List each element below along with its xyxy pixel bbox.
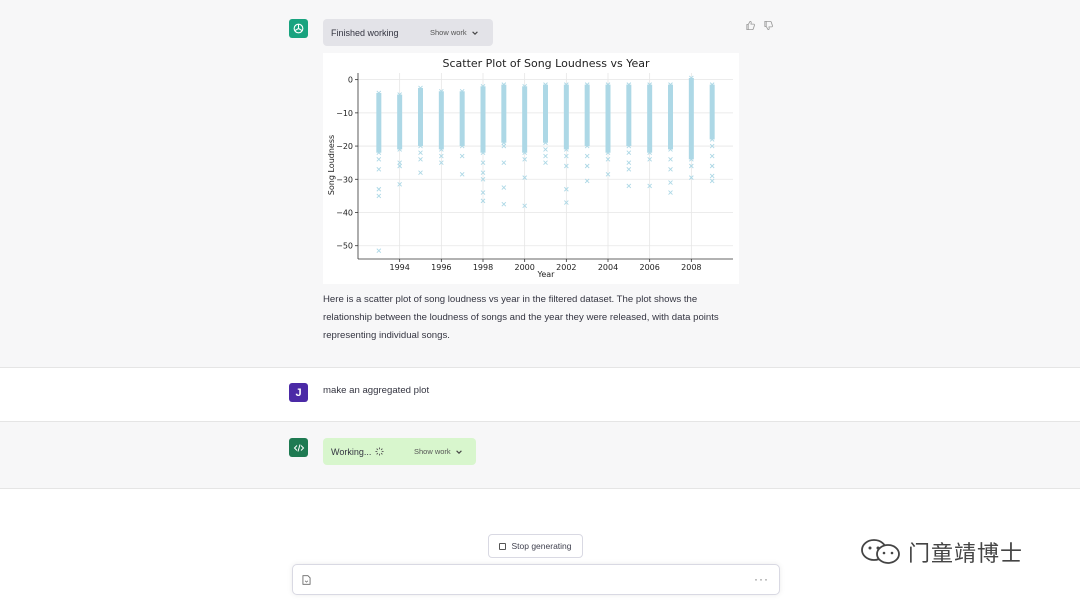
- data-point-band: [563, 84, 569, 150]
- data-point: [709, 163, 715, 169]
- stop-generating-label: Stop generating: [511, 541, 572, 551]
- data-point: [584, 153, 590, 159]
- chevron-down-icon: [471, 30, 478, 35]
- data-point-band: [418, 87, 423, 147]
- y-tick-label: −20: [336, 142, 353, 151]
- data-point: [709, 173, 715, 179]
- data-point: [376, 186, 382, 192]
- chart-xlabel: Year: [537, 270, 556, 279]
- thumbs-down-icon[interactable]: [763, 20, 774, 34]
- data-point-band: [709, 84, 715, 140]
- point-layer: [376, 75, 715, 254]
- data-point: [501, 201, 507, 207]
- code-icon: [289, 438, 308, 457]
- data-point: [668, 190, 673, 195]
- data-point: [626, 183, 632, 189]
- work-status-box: Finished working Show work: [323, 19, 493, 46]
- data-point-band: [543, 84, 548, 143]
- data-point: [668, 167, 673, 172]
- data-point: [376, 167, 382, 172]
- tick-layer: 1994 1996 1998 2000 2002 2004 2006 2008 0 −10 −20 −…: [336, 73, 733, 272]
- x-tick-label: 2006: [639, 263, 659, 272]
- data-point: [376, 248, 382, 254]
- data-point: [668, 180, 673, 185]
- thumbs-up-icon[interactable]: [745, 20, 756, 34]
- more-dots: ···: [754, 572, 769, 586]
- data-point-band: [501, 84, 507, 143]
- spinner-icon: [375, 447, 384, 456]
- user-avatar: J: [289, 383, 308, 402]
- data-point-band: [459, 91, 465, 147]
- data-point-band: [522, 86, 528, 153]
- data-point-band: [626, 84, 632, 147]
- data-point-band: [605, 84, 611, 153]
- y-tick-label: −30: [336, 175, 353, 184]
- data-point: [584, 163, 590, 169]
- y-tick-label: −10: [336, 109, 353, 118]
- working-status-label: Working...: [331, 446, 372, 457]
- data-point: [668, 157, 673, 162]
- x-tick-label: 1996: [431, 263, 451, 272]
- data-point: [543, 147, 548, 152]
- scatter-chart: Scatter Plot of Song Loudness vs Year Ye…: [323, 53, 739, 284]
- data-point: [626, 160, 632, 165]
- x-tick-label: 2008: [681, 263, 701, 272]
- show-work-button-2[interactable]: Show work: [414, 447, 463, 456]
- y-tick-label: −50: [336, 242, 353, 251]
- chevron-down-icon: [455, 449, 462, 454]
- data-point-band: [668, 84, 673, 150]
- data-point-band: [647, 84, 653, 153]
- data-point: [418, 157, 423, 162]
- stop-generating-button[interactable]: Stop generating: [488, 534, 583, 558]
- wechat-logo-icon: [861, 539, 900, 564]
- show-work-button[interactable]: Show work: [430, 28, 479, 37]
- show-work-label-2: Show work: [414, 447, 451, 456]
- data-point: [376, 157, 382, 162]
- data-point: [543, 160, 548, 165]
- file-icon[interactable]: [302, 575, 311, 587]
- data-point: [543, 153, 548, 159]
- watermark-text: 门童靖博士: [908, 542, 1024, 567]
- chart-ylabel: Song Loudness: [327, 135, 336, 195]
- working-status-box: Working... Show work: [323, 438, 476, 465]
- assistant-message-1: Finished working Show work Scatter Plot …: [0, 0, 1080, 368]
- x-tick-label: 2000: [514, 263, 534, 272]
- x-tick-label: 1998: [473, 263, 493, 272]
- x-tick-label: 2004: [598, 263, 618, 272]
- openai-logo-icon: [289, 19, 308, 38]
- data-point: [501, 185, 507, 190]
- data-point-band: [397, 94, 403, 150]
- data-point-band: [688, 77, 694, 160]
- data-point-band: [438, 91, 444, 150]
- data-point: [626, 150, 632, 156]
- x-tick-label: 2002: [556, 263, 576, 272]
- chart-title: Scatter Plot of Song Loudness vs Year: [442, 57, 649, 70]
- data-point: [501, 160, 507, 165]
- data-point: [626, 167, 632, 172]
- data-point: [418, 150, 423, 156]
- user-message: J: [0, 368, 1080, 421]
- data-point-band: [584, 84, 590, 147]
- chart-svg: Scatter Plot of Song Loudness vs Year Ye…: [327, 57, 733, 279]
- data-point: [459, 171, 465, 177]
- data-point-band: [376, 92, 382, 153]
- user-message-text: make an aggregated plot: [323, 385, 430, 396]
- data-point: [418, 170, 423, 175]
- data-point: [376, 193, 382, 199]
- stop-square-icon: [499, 542, 507, 550]
- data-point-band: [480, 86, 486, 153]
- y-tick-label: −40: [336, 209, 353, 218]
- show-work-label: Show work: [430, 28, 467, 37]
- assistant-paragraph: Here is a scatter plot of song loudness …: [323, 294, 719, 341]
- chat-input[interactable]: ···: [292, 564, 780, 595]
- watermark: 门童靖博士: [860, 536, 1023, 568]
- y-tick-label: 0: [348, 76, 353, 85]
- work-status-label: Finished working: [331, 27, 399, 38]
- x-tick-label: 1994: [389, 263, 409, 272]
- data-point: [709, 153, 715, 159]
- assistant-message-2: Working... Show work: [0, 421, 1080, 489]
- data-point: [459, 153, 465, 159]
